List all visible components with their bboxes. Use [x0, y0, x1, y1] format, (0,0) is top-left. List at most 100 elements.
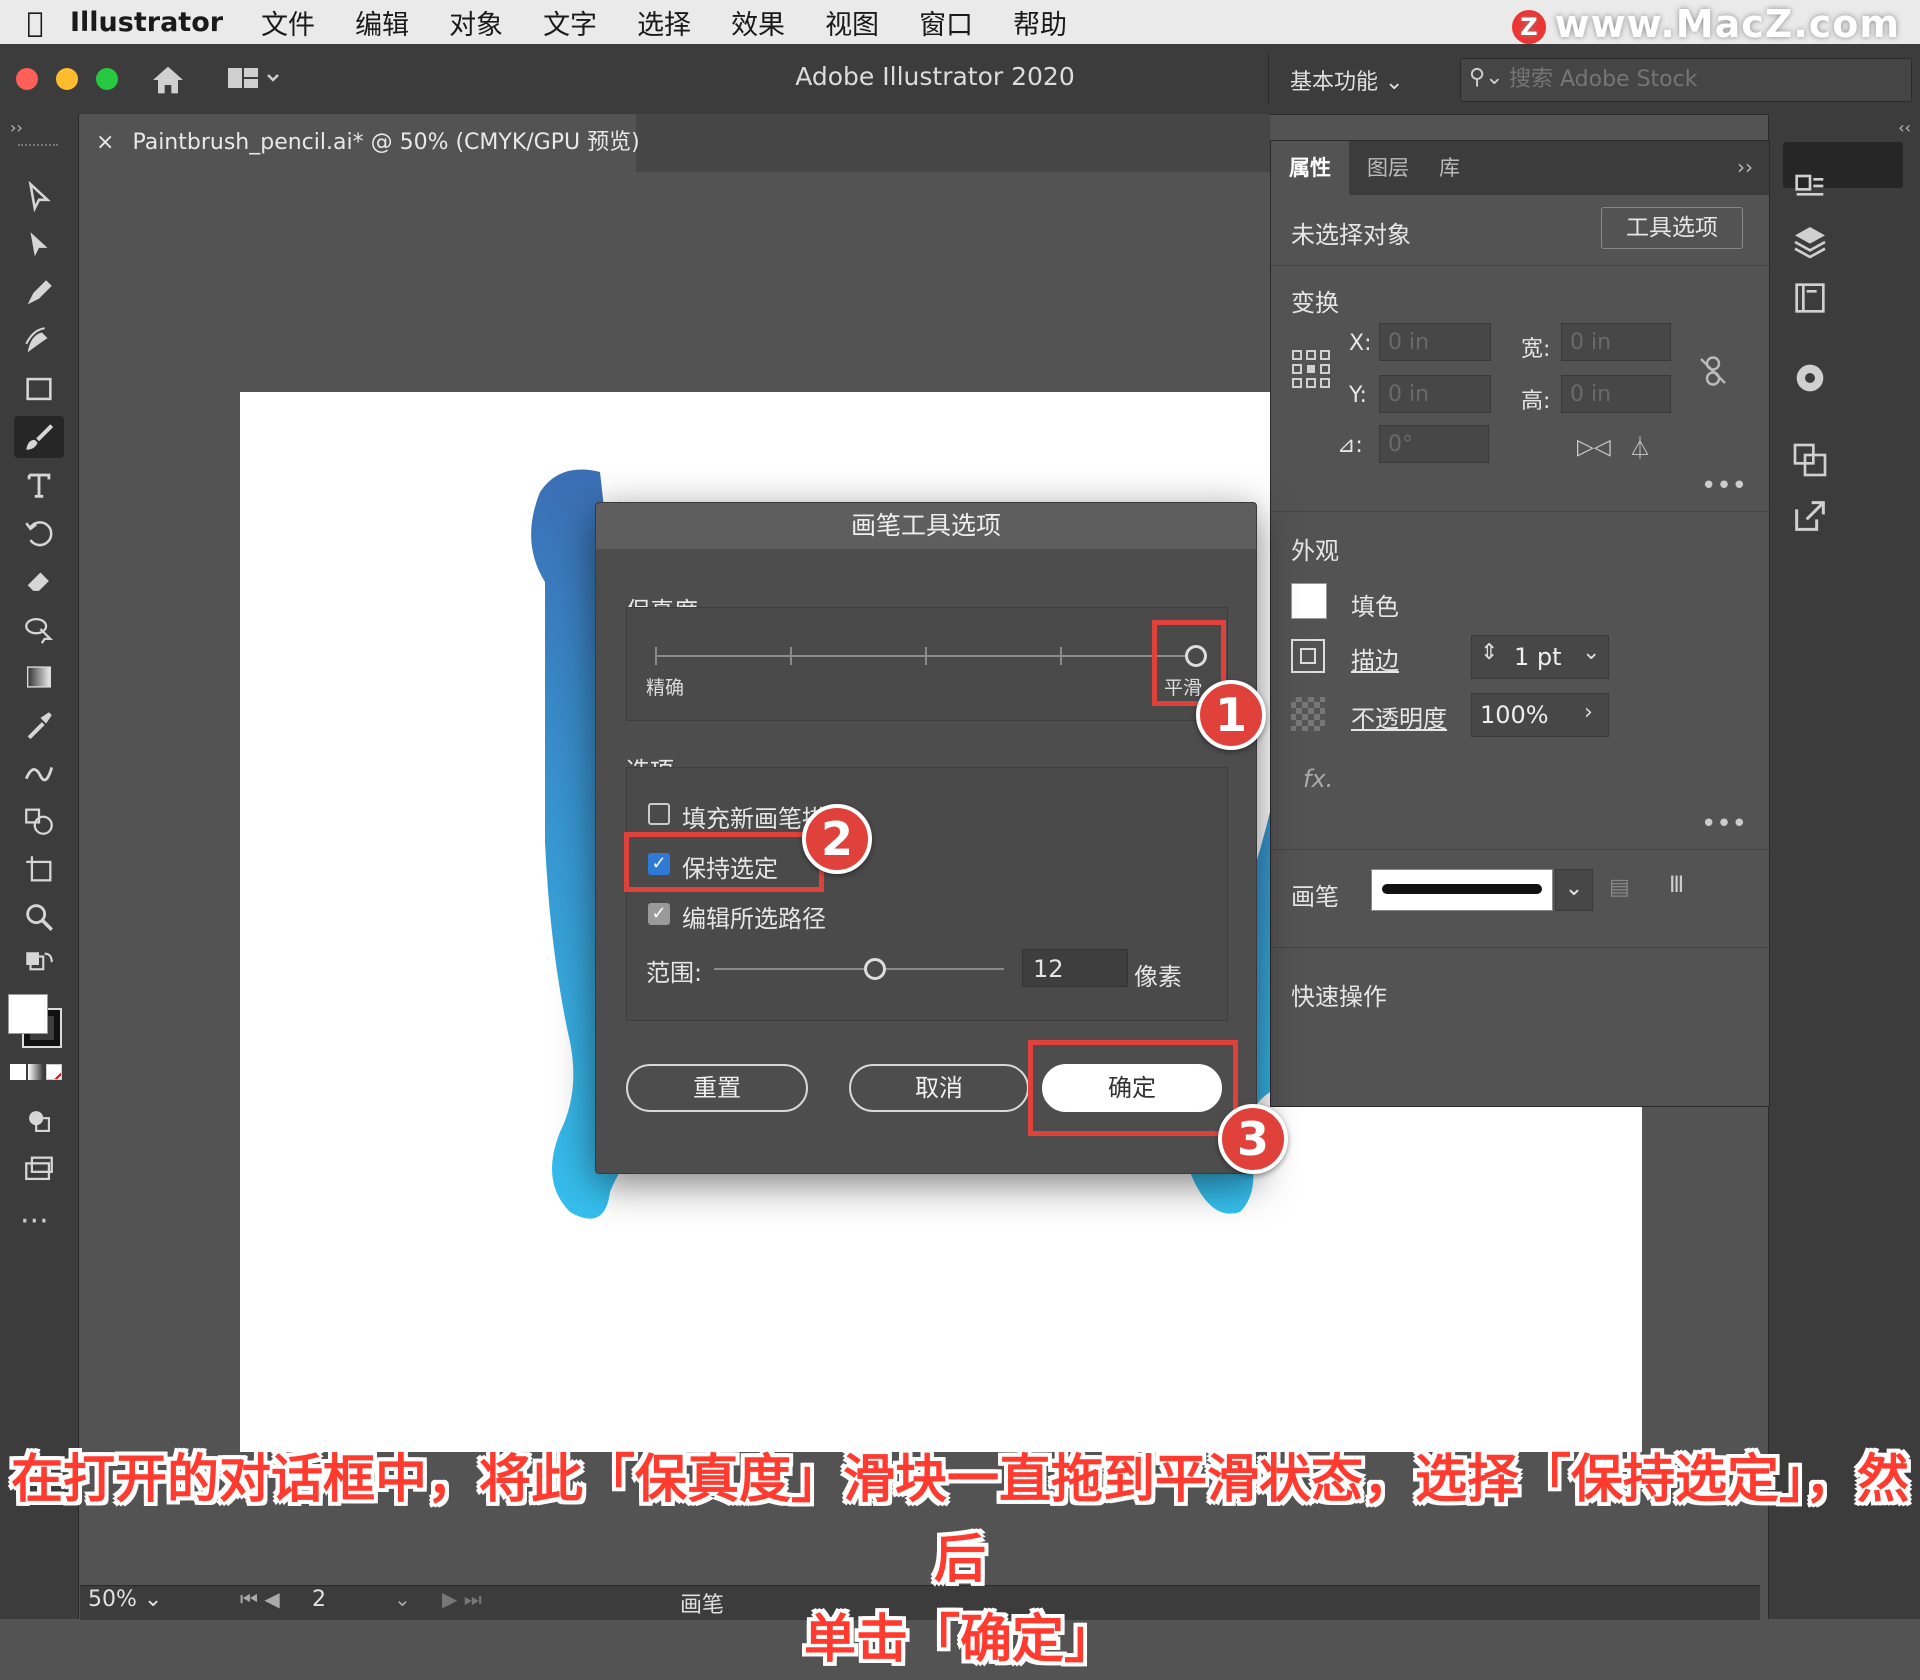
more-transform-icon[interactable]: •••	[1701, 471, 1747, 501]
tools-panel: ›› ···	[0, 114, 79, 1619]
edit-selected-checkbox[interactable]: ✓	[648, 903, 670, 925]
export-panel-icon[interactable]	[1790, 496, 1834, 540]
menu-edit[interactable]: 编辑	[355, 3, 409, 42]
more-appearance-icon[interactable]: •••	[1701, 809, 1747, 839]
angle-field[interactable]: 0°	[1379, 425, 1489, 463]
collapse-dock-arrows-icon[interactable]: ‹‹	[1898, 118, 1911, 137]
document-tab-title: Paintbrush_pencil.ai* @ 50% (CMYK/GPU 预览…	[132, 130, 640, 155]
range-slider-track[interactable]	[714, 968, 1004, 970]
gradient-icon[interactable]	[28, 1064, 44, 1080]
tab-layers[interactable]: 图层	[1349, 141, 1427, 195]
shape-builder-tool-icon[interactable]	[14, 608, 64, 650]
chevron-right-icon[interactable]: ›	[1584, 700, 1593, 725]
layers-panel-icon[interactable]	[1790, 222, 1834, 266]
chevron-down-icon[interactable]: ⌄	[1582, 640, 1600, 665]
menu-type[interactable]: 文字	[543, 3, 597, 42]
range-label: 范围:	[646, 959, 703, 987]
edit-selected-option[interactable]: ✓ 编辑所选路径	[648, 899, 948, 933]
reference-point-icon[interactable]	[1291, 349, 1331, 389]
fx-button[interactable]: fx.	[1303, 765, 1333, 793]
menu-view[interactable]: 视图	[825, 3, 879, 42]
libraries-panel-icon[interactable]	[1790, 278, 1834, 322]
link-proportions-icon[interactable]	[1695, 353, 1731, 389]
opacity-label[interactable]: 不透明度	[1351, 699, 1447, 734]
screen-mode-icon[interactable]	[14, 1148, 64, 1190]
none-icon[interactable]	[46, 1064, 62, 1080]
color-mode-buttons[interactable]	[10, 1064, 66, 1082]
more-tools-icon[interactable]: ···	[20, 1204, 49, 1239]
rectangle-tool-icon[interactable]	[14, 368, 64, 410]
document-tab[interactable]: × Paintbrush_pencil.ai* @ 50% (CMYK/GPU 预…	[80, 114, 640, 172]
stroke-color-swatch[interactable]	[1291, 639, 1325, 673]
x-label: X:	[1349, 331, 1372, 356]
transform-panel-icon[interactable]	[1790, 440, 1834, 484]
search-icon: ⚲⌄	[1469, 65, 1504, 90]
flip-vertical-icon[interactable]: ⏃	[1629, 431, 1651, 463]
eyedropper-tool-icon[interactable]	[14, 704, 64, 746]
cancel-button[interactable]: 取消	[849, 1064, 1029, 1112]
panel-menu-icon[interactable]: ››	[1737, 155, 1753, 179]
divider	[1271, 849, 1769, 850]
eraser-tool-icon[interactable]	[14, 560, 64, 602]
height-field[interactable]: 0 in	[1561, 375, 1671, 413]
brush-dropdown-chevron-icon[interactable]: ⌄	[1555, 869, 1593, 911]
brush-preview[interactable]	[1371, 869, 1553, 911]
color-guide-panel-icon[interactable]	[1790, 358, 1834, 402]
stepper-icon[interactable]: ⇕	[1480, 640, 1498, 665]
properties-panel-icon[interactable]	[1790, 166, 1834, 210]
brush-libraries-icon[interactable]: Ⅲ	[1669, 873, 1684, 898]
draw-mode-icon[interactable]	[14, 1100, 64, 1142]
fill-swatch[interactable]	[8, 994, 48, 1034]
range-slider-thumb[interactable]	[864, 958, 886, 980]
tool-options-button[interactable]: 工具选项	[1601, 207, 1743, 249]
tab-properties[interactable]: 属性	[1271, 141, 1349, 195]
fill-color-swatch[interactable]	[1291, 583, 1327, 619]
curvature-tool-icon[interactable]	[14, 320, 64, 362]
collapse-arrows-icon[interactable]: ››	[10, 118, 23, 137]
grip-icon[interactable]	[18, 144, 58, 150]
caption-line-2: 单击「确定」	[803, 1610, 1116, 1670]
menu-window[interactable]: 窗口	[919, 3, 973, 42]
tab-libraries[interactable]: 库	[1421, 141, 1478, 195]
stroke-weight-control[interactable]: ⇕ 1 pt ⌄	[1471, 635, 1609, 679]
menu-object[interactable]: 对象	[449, 3, 503, 42]
swap-fill-stroke-icon[interactable]	[14, 944, 64, 986]
menu-effect[interactable]: 效果	[731, 3, 785, 42]
gradient-tool-icon[interactable]	[14, 656, 64, 698]
y-field[interactable]: 0 in	[1379, 375, 1491, 413]
opacity-value[interactable]: 100%	[1480, 701, 1549, 729]
color-icon[interactable]	[10, 1064, 26, 1080]
apple-icon[interactable]: 	[0, 6, 70, 39]
flip-horizontal-icon[interactable]: ▷◁	[1577, 435, 1611, 460]
menu-select[interactable]: 选择	[637, 3, 691, 42]
fill-label[interactable]: 填色	[1351, 587, 1399, 622]
x-field[interactable]: 0 in	[1379, 323, 1491, 361]
stock-search[interactable]: ⚲⌄	[1460, 58, 1912, 102]
fill-stroke-swatches[interactable]	[8, 994, 66, 1052]
stock-search-input[interactable]	[1507, 66, 1891, 93]
reset-button[interactable]: 重置	[626, 1064, 808, 1112]
range-input[interactable]: 12	[1022, 949, 1128, 987]
selection-tool-icon[interactable]	[14, 176, 64, 218]
artboard-tool-icon[interactable]	[14, 848, 64, 890]
zoom-tool-icon[interactable]	[14, 896, 64, 938]
direct-selection-tool-icon[interactable]	[14, 224, 64, 266]
rotate-tool-icon[interactable]	[14, 512, 64, 554]
workspace-switcher[interactable]: 基本功能 ⌄	[1290, 64, 1403, 96]
stroke-label[interactable]: 描边	[1351, 641, 1399, 676]
edit-selected-label[interactable]: 编辑所选路径	[682, 899, 826, 934]
type-tool-icon[interactable]	[14, 464, 64, 506]
symbol-sprayer-tool-icon[interactable]	[14, 800, 64, 842]
menu-file[interactable]: 文件	[261, 3, 315, 42]
pen-tool-icon[interactable]	[14, 272, 64, 314]
blend-tool-icon[interactable]	[14, 752, 64, 794]
width-field[interactable]: 0 in	[1561, 323, 1671, 361]
brush-options-icon[interactable]: ▤	[1609, 875, 1630, 900]
paintbrush-tool-icon[interactable]	[14, 416, 64, 458]
menu-app[interactable]: Illustrator	[70, 7, 223, 38]
fill-new-checkbox[interactable]	[648, 803, 670, 825]
menu-help[interactable]: 帮助	[1013, 3, 1067, 42]
close-tab-icon[interactable]: ×	[96, 130, 114, 155]
stroke-weight-value[interactable]: 1 pt	[1514, 643, 1562, 671]
opacity-control[interactable]: 100% ›	[1471, 693, 1609, 737]
